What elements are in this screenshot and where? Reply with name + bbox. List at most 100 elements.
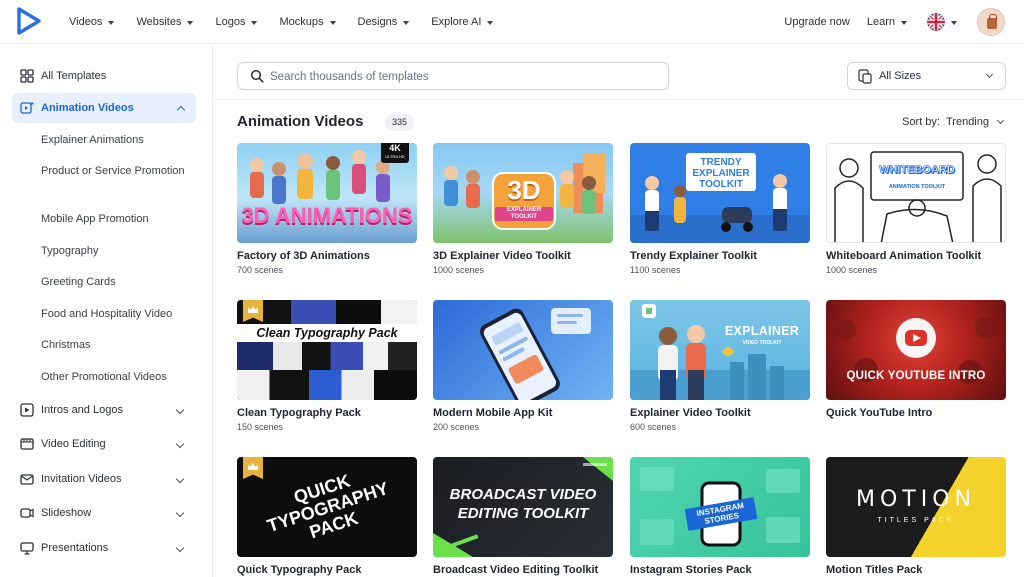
sidebar-item-invitation-videos[interactable]: Invitation Videos [0,464,213,494]
template-card[interactable]: Clean Typography Pack Clean Typography P… [237,300,417,432]
template-card[interactable]: MOTION TITLES PACK Motion Titles Pack [826,457,1006,576]
template-thumbnail[interactable]: Clean Typography Pack [237,300,417,400]
template-card[interactable]: Modern Mobile App Kit 200 scenes [433,300,613,432]
caret-down-icon [251,20,258,25]
whiteboard-illustration [834,151,1002,242]
template-scenes: 1000 scenes [433,265,485,275]
template-scenes: 150 scenes [237,422,284,432]
template-title[interactable]: Whiteboard Animation Toolkit [826,250,1006,262]
template-thumbnail[interactable]: TRENDY EXPLAINER TOOLKIT [630,143,810,243]
collage-tiles [237,300,417,324]
chevron-down-icon [175,439,185,449]
nav-learn[interactable]: Learn [867,16,907,28]
template-title[interactable]: Factory of 3D Animations [237,250,417,262]
top-navigation: Videos Websites Logos Mockups Designs Ex… [0,0,1024,44]
sizes-icon [858,69,872,84]
template-card[interactable]: QUICK YOUTUBE INTRO Quick YouTube Intro [826,300,1006,419]
template-thumbnail[interactable]: INSTAGRAM STORIES [630,457,810,557]
sidebar-item-intros-logos[interactable]: Intros and Logos [0,395,213,425]
nav-videos[interactable]: Videos [69,16,115,28]
caret-down-icon [108,20,115,25]
template-card[interactable]: BROADCAST VIDEO EDITING TOOLKIT Broadcas… [433,457,613,576]
caret-down-icon [329,20,336,25]
sidebar-subitem-greeting-cards[interactable]: Greeting Cards [41,274,191,291]
nav-mockups[interactable]: Mockups [279,16,336,28]
sidebar-item-video-editing[interactable]: Video Editing [0,429,213,459]
sidebar-subitem-christmas[interactable]: Christmas [41,337,191,354]
template-title[interactable]: Motion Titles Pack [826,564,1006,576]
upgrade-now-link[interactable]: Upgrade now [784,16,849,28]
nav-websites[interactable]: Websites [136,16,194,28]
sort-dropdown[interactable]: Sort by: Trending [902,116,1005,128]
template-card[interactable]: WHITEBOARD ANIMATION TOOLKIT Whiteboard … [826,143,1006,275]
template-thumbnail[interactable]: WHITEBOARD ANIMATION TOOLKIT [826,143,1006,243]
slideshow-icon [20,508,34,518]
template-thumbnail[interactable]: BROADCAST VIDEO EDITING TOOLKIT [433,457,613,557]
template-card[interactable]: QUICK TYPOGRAPHY PACK Quick Typography P… [237,457,417,576]
template-title[interactable]: Quick YouTube Intro [826,407,1006,419]
sizes-dropdown[interactable]: All Sizes [847,62,1006,90]
template-title[interactable]: 3D Explainer Video Toolkit [433,250,613,262]
premium-crown-badge [243,457,263,479]
chevron-down-icon [175,474,185,484]
sidebar-subitem-typography[interactable]: Typography [41,243,191,260]
sidebar-subitem-mobile-app[interactable]: Mobile App Promotion [41,211,191,228]
template-card[interactable]: INSTAGRAM STORIES Instagram Stories Pack [630,457,810,576]
thumbnail-caption: Clean Typography Pack [256,326,398,340]
count-badge: 335 [385,114,415,131]
template-scenes: 200 scenes [433,422,480,432]
page-title: Animation Videos [237,113,364,130]
template-card[interactable]: 3D ANIMATIONS 4K ULTRA HD Factory of 3D … [237,143,417,275]
thumbnail-caption: WHITEBOARD [879,164,955,177]
template-thumbnail[interactable]: QUICK TYPOGRAPHY PACK [237,457,417,557]
bag-icon [987,14,997,29]
sidebar-subitem-explainer[interactable]: Explainer Animations [41,132,191,149]
sidebar-subitem-other-promotional[interactable]: Other Promotional Videos [41,369,191,386]
template-thumbnail[interactable] [433,300,613,400]
thumbnail-caption: 3D ANIMATIONS [241,203,413,228]
caret-down-icon [901,20,907,25]
search-box[interactable] [237,62,669,90]
template-thumbnail[interactable]: EXPLAINER VIDEO TOOLKIT [630,300,810,400]
brand-logo-icon[interactable] [16,7,42,35]
template-title[interactable]: Trendy Explainer Toolkit [630,250,810,262]
template-thumbnail[interactable]: QUICK YOUTUBE INTRO [826,300,1006,400]
language-selector[interactable] [927,13,957,31]
grid-icon [20,69,34,83]
template-scenes: 1000 scenes [826,265,878,275]
sidebar-subitem-food-hospitality[interactable]: Food and Hospitality Video [41,306,191,323]
template-card[interactable]: 3D EXPLAINER TOOLKIT 3D Explainer Video … [433,143,613,275]
template-thumbnail[interactable]: 3D EXPLAINER TOOLKIT [433,143,613,243]
sidebar-item-slideshow[interactable]: Slideshow [0,498,213,528]
template-card[interactable]: EXPLAINER VIDEO TOOLKIT Explainer Video … [630,300,810,432]
sidebar-item-presentations[interactable]: Presentations [0,533,213,563]
template-title[interactable]: Quick Typography Pack [237,564,417,576]
caret-down-icon [403,20,410,25]
nav-logos[interactable]: Logos [215,16,258,28]
main-content: All Sizes Animation Videos 335 Sort by: … [214,45,1024,577]
sidebar-subitem-product-promotion[interactable]: Product or Service Promotion [41,163,191,180]
search-input[interactable] [270,68,660,85]
sidebar-item-all-templates[interactable]: All Templates [0,61,213,91]
template-card[interactable]: TRENDY EXPLAINER TOOLKIT Trendy Explaine… [630,143,810,275]
uk-flag-icon [927,13,945,31]
search-icon [250,69,264,83]
thumbnail-caption: EXPLAINER [724,324,800,338]
crown-icon [248,463,258,470]
template-thumbnail[interactable]: MOTION TITLES PACK [826,457,1006,557]
template-title[interactable]: Instagram Stories Pack [630,564,810,576]
user-avatar[interactable] [977,8,1005,36]
template-title[interactable]: Broadcast Video Editing Toolkit [433,564,613,576]
nav-designs[interactable]: Designs [358,16,410,28]
template-title[interactable]: Explainer Video Toolkit [630,407,810,419]
nav-explore-ai[interactable]: Explore AI [431,16,494,28]
template-title[interactable]: Clean Typography Pack [237,407,417,419]
invitation-icon [20,474,34,485]
divider [214,99,1024,100]
template-thumbnail[interactable]: 3D ANIMATIONS 4K ULTRA HD [237,143,417,243]
caret-down-icon [187,20,194,25]
collage-tiles [237,370,417,400]
sort-value: Trending [945,116,989,128]
sidebar-item-animation-videos[interactable]: Animation Videos [12,93,196,123]
template-title[interactable]: Modern Mobile App Kit [433,407,613,419]
